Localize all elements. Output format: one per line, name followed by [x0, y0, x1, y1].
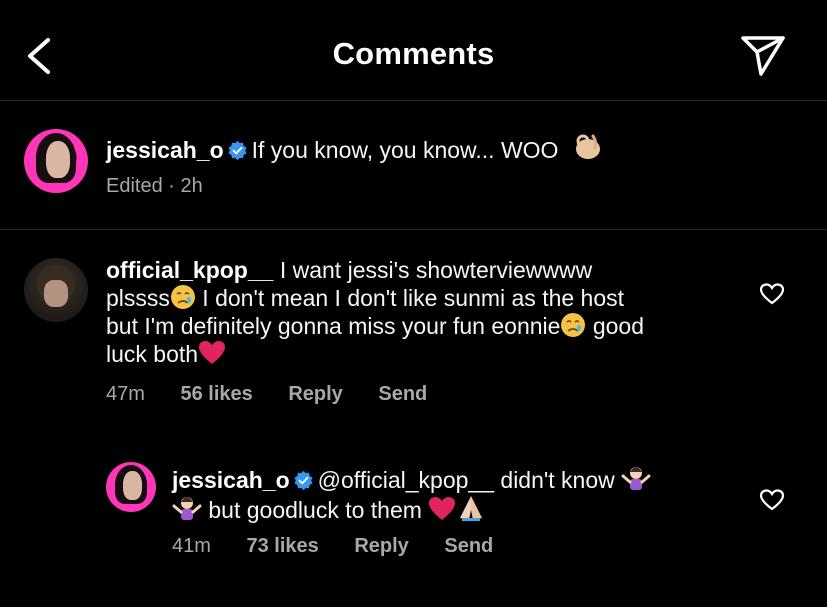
caption-username[interactable]: jessicah_o — [106, 137, 224, 163]
avatar[interactable] — [106, 462, 156, 512]
folded-hands-emoji-icon — [460, 496, 483, 521]
verified-badge-icon — [294, 470, 313, 491]
red-heart-emoji-icon — [429, 497, 456, 520]
comment-time: 41m — [172, 535, 211, 557]
heart-outline-icon[interactable] — [759, 488, 785, 512]
comment-body-part: but I'm definitely gonna miss your fun e… — [106, 313, 561, 339]
avatar[interactable] — [24, 129, 88, 193]
comment-time: 47m — [106, 383, 145, 405]
comment-username[interactable]: jessicah_o — [172, 467, 290, 493]
person-shrugging-emoji-icon — [172, 497, 202, 520]
comment-body-part: I want jessi's showterviewwww — [279, 257, 593, 283]
comment-body-part: luck both — [106, 341, 199, 367]
send-button[interactable]: Send — [378, 383, 427, 406]
verified-badge-icon — [228, 140, 247, 161]
comment-body-part: @official_kpop__ didn't know — [317, 467, 615, 493]
crying-face-emoji-icon — [170, 285, 195, 309]
comment-body-part: I don't mean I don't like sunmi as the h… — [202, 285, 625, 311]
caption-edited-time: Edited · 2h — [106, 175, 203, 197]
comment-meta: 47m 56 likes Reply Send — [106, 383, 457, 406]
comment-meta: 41m 73 likes Reply Send — [172, 535, 523, 558]
red-heart-emoji-icon — [199, 341, 226, 364]
comment-body-part: plssss — [106, 285, 170, 311]
reply-button[interactable]: Reply — [288, 383, 342, 406]
caption-body: If you know, you know... WOO — [251, 137, 559, 163]
reply-button[interactable]: Reply — [354, 535, 408, 558]
avatar[interactable] — [24, 258, 88, 322]
heart-outline-icon[interactable] — [759, 282, 785, 306]
header-bar: Comments — [0, 0, 827, 101]
caption-text: jessicah_o If you know, you know... WOO — [106, 132, 806, 164]
comment-body-part: but goodluck to them — [208, 497, 422, 523]
paper-plane-icon[interactable] — [738, 30, 788, 78]
person-shrugging-emoji-icon — [621, 467, 651, 490]
comment-username[interactable]: official_kpop__ — [106, 257, 273, 283]
crying-face-emoji-icon — [561, 313, 586, 337]
likes-count[interactable]: 56 likes — [180, 383, 252, 406]
comment-body-part: good — [592, 313, 644, 339]
comment-text: jessicah_o @official_kpop__ didn't know … — [172, 464, 732, 524]
ok-hand-emoji-icon — [575, 134, 600, 159]
post-caption: jessicah_o If you know, you know... WOO … — [0, 101, 827, 230]
comment-text: official_kpop__ I want jessi's showtervi… — [106, 256, 736, 368]
send-button[interactable]: Send — [444, 535, 493, 558]
likes-count[interactable]: 73 likes — [246, 535, 318, 558]
page-title: Comments — [332, 36, 495, 71]
